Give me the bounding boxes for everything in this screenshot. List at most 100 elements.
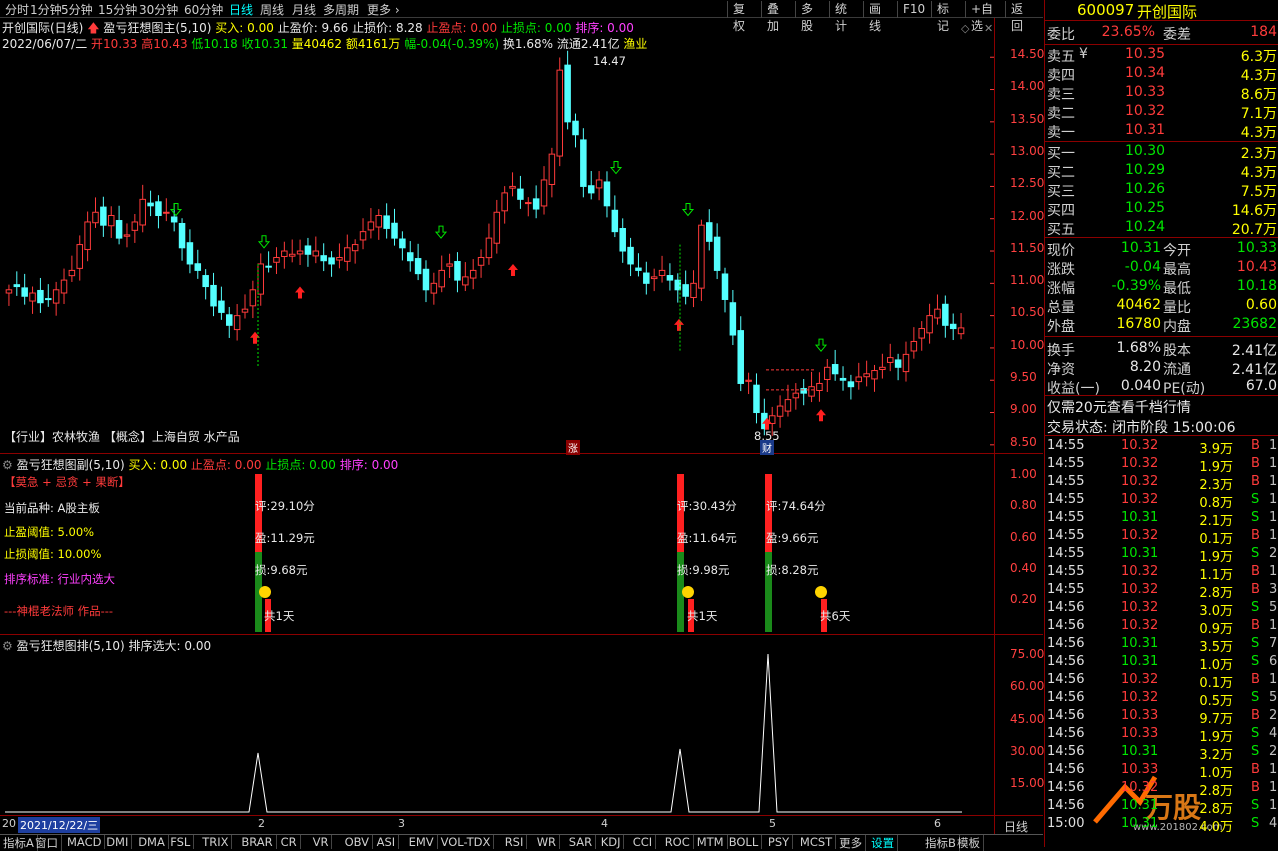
tool-mark-button[interactable]: 标记 [931,1,954,33]
signal-score: 评:30.43分 [677,499,737,513]
candle-body [556,69,564,157]
tool-fuquan-button[interactable]: 复权 [727,1,750,33]
quote-value: 10.18 [1236,278,1277,294]
quote-label: 换手 [1047,343,1075,359]
candle-body [29,292,36,302]
tick-price: 10.31 [1121,636,1159,651]
tick-side: B [1251,762,1260,777]
candle-body [517,188,524,200]
tool-overlay-button[interactable]: 叠加 [761,1,784,33]
candle-body [721,273,729,300]
indicator-tab[interactable]: 设置 [868,835,899,851]
candle-body [698,224,705,289]
quote-label: 现价 [1047,243,1075,259]
indicator-tab[interactable]: 模板 [954,835,984,851]
tick-row: 14:55 10.32 2.3万 B 1 [1045,474,1278,493]
indicator-tab-bar: 指标A 窗口 MACD DMI DMA FSL TRIX BRAR CR VR OBV ASI EMV V… [0,834,1043,851]
quote-value: 0.040 [1120,378,1161,394]
bids-price: 10.29 [1125,162,1166,178]
signal-loss: 损:8.28元 [766,563,819,577]
quote-value: 10.43 [1236,259,1277,275]
quote-value: 1.68% [1116,340,1161,356]
asks-volume: 4.3万 [1240,125,1277,141]
tool-f10-button[interactable]: F10 [897,1,930,18]
candle-body [509,185,516,189]
tick-row: 14:56 10.33 1.0万 B 1 [1045,762,1278,781]
event-marker-finance[interactable]: 财 [760,440,774,455]
period-tab-5min[interactable]: 5分钟 [61,1,93,18]
tick-count: 3 [1269,582,1278,597]
candlestick-chart[interactable] [0,18,994,453]
indicator-tab[interactable]: 窗口 [32,835,62,851]
quote-label: 量比 [1163,300,1191,316]
candle-body [934,308,941,319]
tool-multistock-button[interactable]: 多股 [795,1,818,33]
tick-price: 10.32 [1121,564,1159,579]
price-tick: 9.00 [1010,402,1037,417]
divider [1045,336,1278,337]
quote-row: 净资 8.20 流通 2.41亿 [1045,359,1278,378]
tick-price: 10.33 [1121,762,1159,777]
candle-body [257,263,264,295]
buy-arrow-icon [816,409,826,422]
quote-value: 23682 [1232,316,1277,332]
sub-tick: 0.40 [1010,560,1037,575]
candle-body [37,289,44,304]
candle-body [462,276,469,286]
tick-time: 14:55 [1047,528,1085,543]
bids-price: 10.26 [1125,181,1166,197]
period-tab-60min[interactable]: 60分钟 [184,1,223,18]
candle-body [902,353,910,373]
tick-side: S [1251,798,1260,813]
period-tab-15min[interactable]: 15分钟 [98,1,137,18]
candle-body [194,263,202,271]
tool-draw-button[interactable]: 画线 [863,1,886,33]
candle-body [320,255,327,262]
candle-body [422,268,430,291]
period-tab-monthly[interactable]: 月线 [292,1,316,18]
candle-body [603,181,611,207]
period-tab-daily[interactable]: 日线 [229,1,253,18]
period-tab-weekly[interactable]: 周线 [260,1,284,18]
tick-price: 10.32 [1121,780,1159,795]
candle-body [564,64,571,123]
period-tab-more[interactable]: 更多 › [367,1,400,18]
tool-add-watchlist-button[interactable]: +自选 [965,1,998,33]
bids-volume: 14.6万 [1231,203,1277,219]
candle-body [627,246,634,265]
tick-side: B [1251,708,1260,723]
tick-volume: 1.1万 [1199,568,1233,583]
order-diff-label: 委差 [1163,27,1191,43]
bids-label: 买二 [1047,165,1075,181]
candle-body [650,276,658,280]
tool-back-button[interactable]: 返回 [1005,1,1028,33]
time-axis: 20 2021/12/22/三 2 3 4 5 6 [2,817,941,833]
tool-stats-button[interactable]: 统计 [829,1,852,33]
quote-row: 现价 10.31 今开 10.33 [1045,240,1278,259]
period-tab-1min[interactable]: 1分钟 [30,1,62,18]
tick-price: 10.32 [1121,582,1159,597]
tick-side: B [1251,456,1260,471]
quote-label: 股本 [1163,343,1191,359]
asks-row: 卖二 10.32 7.1万 [1045,103,1278,122]
period-tab-30min[interactable]: 30分钟 [139,1,178,18]
period-tab-multi[interactable]: 多周期 [323,1,359,18]
quote-value: 67.0 [1245,378,1277,394]
tick-side: S [1251,726,1260,741]
indicator-tab[interactable]: 更多 [836,835,867,851]
asks-row: 卖五 ¥10.35 6.3万 [1045,46,1278,65]
promo-text[interactable]: 仅需20元查看千档行情 [1047,397,1191,417]
event-marker-rise[interactable]: 涨 [566,440,580,455]
tick-row: 14:56 10.32 0.5万 S 5 [1045,690,1278,709]
tick-volume: 9.7万 [1199,712,1233,727]
candle-body [942,303,949,326]
sell-arrow-icon [257,235,271,249]
tick-volume: 1.9万 [1199,550,1233,565]
tick-time: 14:56 [1047,600,1085,615]
quote-value: 16780 [1116,316,1161,332]
smiley-icon [682,586,694,598]
period-tab-fenshi[interactable]: 分时 [5,1,29,18]
signal-loss: 损:9.98元 [677,563,730,577]
tick-side: B [1251,564,1260,579]
tick-row: 14:56 10.33 1.9万 S 4 [1045,726,1278,745]
